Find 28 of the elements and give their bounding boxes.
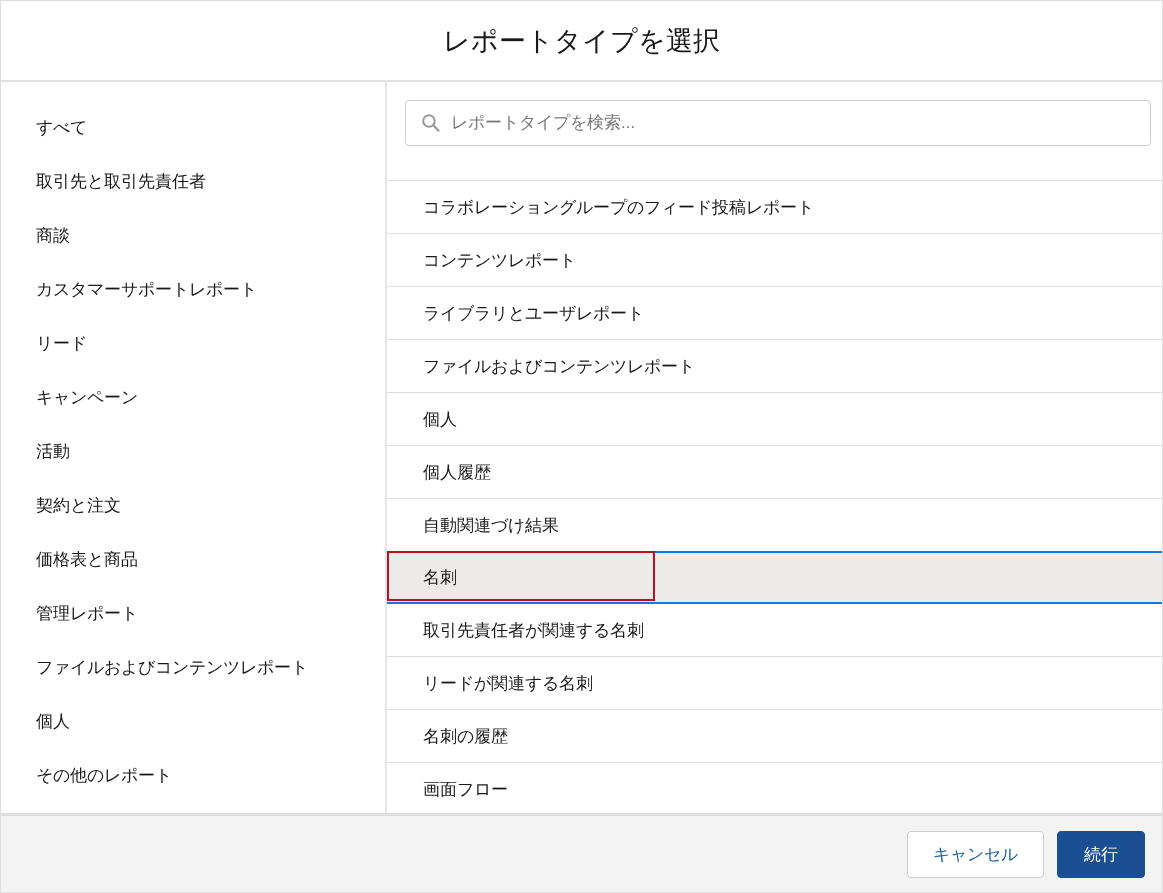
category-item[interactable]: その他のレポート <box>1 748 385 802</box>
dialog-title: レポートタイプを選択 <box>443 24 720 58</box>
search-field[interactable]: レポートタイプを検索... <box>405 100 1151 146</box>
category-item[interactable]: カスタマーサポートレポート <box>1 262 385 316</box>
report-type-item[interactable]: 名刺 <box>387 551 1162 604</box>
category-item[interactable]: 価格表と商品 <box>1 532 385 586</box>
report-type-item[interactable]: コンテンツレポート <box>387 234 1162 287</box>
category-item[interactable]: 取引先と取引先責任者 <box>1 154 385 208</box>
report-type-item[interactable]: 名刺の履歴 <box>387 710 1162 763</box>
continue-button[interactable]: 続行 <box>1057 830 1145 878</box>
category-item[interactable]: 商談 <box>1 208 385 262</box>
report-type-item[interactable]: 取引先責任者が関連する名刺 <box>387 604 1162 657</box>
report-type-item[interactable]: 個人 <box>387 393 1162 446</box>
category-item[interactable]: すべて <box>1 100 385 154</box>
report-type-item[interactable]: ファイルおよびコンテンツレポート <box>387 340 1162 393</box>
report-type-item[interactable]: リードが関連する名刺 <box>387 657 1162 710</box>
category-item[interactable]: ファイルおよびコンテンツレポート <box>1 640 385 694</box>
report-type-item[interactable]: 個人履歴 <box>387 446 1162 499</box>
report-type-item[interactable]: ライブラリとユーザレポート <box>387 287 1162 340</box>
category-item[interactable]: 契約と注文 <box>1 478 385 532</box>
category-item[interactable]: 管理レポート <box>1 586 385 640</box>
cancel-button[interactable]: キャンセル <box>907 830 1044 878</box>
category-item[interactable]: リード <box>1 316 385 370</box>
report-type-item[interactable]: コラボレーショングループのフィード投稿レポート <box>387 181 1162 234</box>
search-icon <box>421 113 441 133</box>
category-item[interactable]: 個人 <box>1 694 385 748</box>
category-item[interactable]: 活動 <box>1 424 385 478</box>
category-item[interactable]: キャンペーン <box>1 370 385 424</box>
